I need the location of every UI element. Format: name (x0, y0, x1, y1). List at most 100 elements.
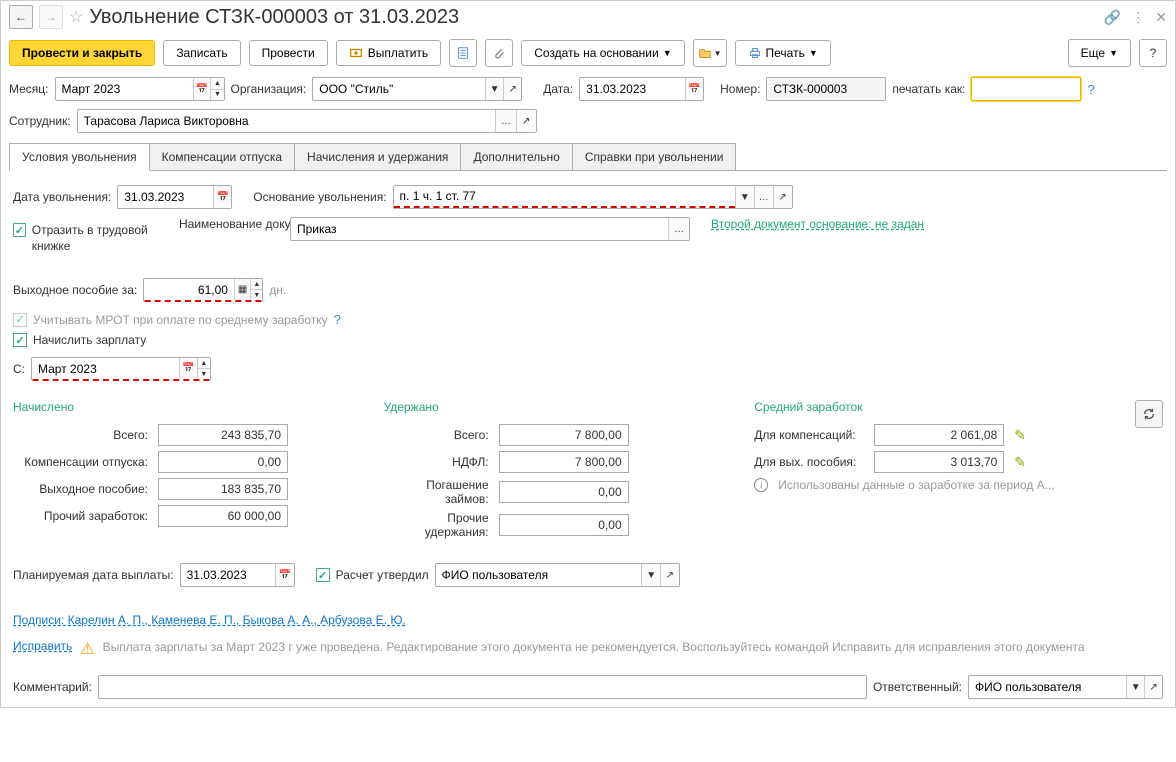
tab-accruals[interactable]: Начисления и удержания (294, 143, 461, 170)
save-button[interactable]: Записать (163, 40, 240, 66)
open-icon[interactable]: ↗ (1144, 676, 1162, 698)
tab-vacation-comp[interactable]: Компенсации отпуска (149, 143, 295, 170)
pencil-icon[interactable]: ✎ (1014, 454, 1026, 471)
ellipsis-icon[interactable]: … (668, 218, 689, 240)
open-icon[interactable]: ↗ (773, 186, 792, 208)
help-icon[interactable]: ? (334, 312, 341, 327)
spinner-up[interactable]: ▲ (198, 358, 210, 369)
signatures-link[interactable]: Подписи: Карелин А. П., Каменева Е. П., … (13, 611, 1163, 629)
dismiss-date-label: Дата увольнения: (13, 190, 111, 204)
accrue-salary-label: Начислить зарплату (33, 333, 146, 347)
days-suffix: дн. (269, 283, 286, 297)
comment-label: Комментарий: (13, 680, 92, 694)
other-withhold-value: 0,00 (499, 514, 629, 536)
month-label: Месяц: (9, 82, 49, 96)
spinner-up[interactable]: ▲ (251, 279, 262, 290)
warning-icon: ⚠ (80, 639, 94, 659)
open-icon[interactable]: ↗ (516, 110, 536, 132)
open-icon[interactable]: ↗ (503, 78, 521, 100)
ellipsis-icon[interactable]: … (495, 110, 515, 132)
calc-icon[interactable]: ▦ (234, 279, 250, 300)
org-input[interactable] (313, 78, 485, 100)
number-input (767, 78, 885, 100)
approved-by-input[interactable] (436, 564, 642, 586)
withheld-total-label: Всего: (384, 428, 489, 442)
from-input[interactable] (32, 358, 179, 379)
menu-dots-icon[interactable]: ⋮ (1131, 9, 1145, 26)
post-button[interactable]: Провести (249, 40, 328, 66)
info-icon[interactable]: i (754, 478, 768, 492)
post-and-close-button[interactable]: Провести и закрыть (9, 40, 155, 66)
calendar-icon[interactable]: 📅 (213, 186, 231, 208)
employee-input[interactable] (78, 110, 496, 132)
approved-checkbox[interactable] (316, 568, 330, 582)
pencil-icon[interactable]: ✎ (1014, 427, 1026, 444)
nav-fwd-button[interactable]: → (39, 5, 63, 29)
ellipsis-icon[interactable]: … (754, 186, 773, 208)
chevron-down-icon: ▼ (663, 48, 672, 58)
dropdown-icon[interactable]: ▼ (1126, 676, 1144, 698)
dismiss-date-input[interactable] (118, 186, 213, 208)
pay-label: Выплатить (368, 46, 429, 60)
spinner-down[interactable]: ▼ (198, 369, 210, 379)
pay-button[interactable]: Выплатить (336, 40, 442, 66)
nav-back-button[interactable]: ← (9, 5, 33, 29)
help-button[interactable]: ? (1139, 39, 1167, 67)
date-input[interactable] (580, 78, 685, 100)
workbook-checkbox[interactable] (13, 223, 26, 237)
fix-link[interactable]: Исправить (13, 639, 72, 653)
print-as-label: печатать как: (892, 82, 965, 96)
basis-input[interactable] (394, 186, 735, 208)
close-icon[interactable]: ✕ (1155, 9, 1167, 26)
comment-input[interactable] (99, 676, 866, 698)
attach-icon-button[interactable] (485, 39, 513, 67)
severance-input[interactable] (144, 279, 234, 300)
dropdown-icon[interactable]: ▼ (485, 78, 503, 100)
severance-value-label: Выходное пособие: (13, 482, 148, 496)
for-comp-label: Для компенсаций: (754, 428, 864, 442)
report-icon-button[interactable] (449, 39, 477, 67)
refresh-button[interactable] (1135, 400, 1163, 428)
accrued-header: Начислено (13, 400, 354, 414)
for-comp-value: 2 061,08 (874, 424, 1004, 446)
planned-date-input[interactable] (181, 564, 276, 586)
withheld-total-value: 7 800,00 (499, 424, 629, 446)
spinner-down[interactable]: ▼ (251, 290, 262, 300)
for-sev-label: Для вых. пособия: (754, 455, 864, 469)
severance-label: Выходное пособие за: (13, 283, 137, 297)
accrue-salary-checkbox[interactable] (13, 333, 27, 347)
tab-additional[interactable]: Дополнительно (460, 143, 572, 170)
dropdown-icon[interactable]: ▼ (735, 186, 754, 208)
date-label: Дата: (543, 82, 573, 96)
create-based-button[interactable]: Создать на основании▼ (521, 40, 684, 66)
star-icon[interactable]: ☆ (69, 7, 83, 27)
more-button[interactable]: Еще▼ (1068, 39, 1131, 67)
ndfl-label: НДФЛ: (384, 455, 489, 469)
responsible-input[interactable] (969, 676, 1126, 698)
loan-label: Погашение займов: (384, 478, 489, 506)
open-icon[interactable]: ↗ (660, 564, 679, 586)
tab-certificates[interactable]: Справки при увольнении (572, 143, 737, 170)
spinner-up[interactable]: ▲ (211, 78, 223, 90)
second-doc-link[interactable]: Второй документ основание: не задан (711, 217, 924, 231)
print-button[interactable]: Печать▼ (735, 40, 831, 66)
calendar-icon[interactable]: 📅 (685, 78, 704, 100)
spinner-down[interactable]: ▼ (211, 90, 223, 101)
accrued-total-value: 243 835,70 (158, 424, 288, 446)
docname-label: Наименование документа: (179, 217, 284, 233)
mrot-checkbox (13, 313, 27, 327)
calendar-icon[interactable]: 📅 (179, 358, 197, 379)
severance-value: 183 835,70 (158, 478, 288, 500)
dropdown-icon[interactable]: ▼ (641, 564, 660, 586)
docname-input[interactable] (291, 218, 668, 240)
print-as-input[interactable] (972, 78, 1080, 100)
month-input[interactable] (56, 78, 193, 100)
calendar-icon[interactable]: 📅 (275, 564, 293, 586)
help-icon[interactable]: ? (1087, 82, 1094, 97)
tab-conditions[interactable]: Условия увольнения (9, 143, 150, 171)
calendar-icon[interactable]: 📅 (193, 78, 211, 100)
basis-label: Основание увольнения: (253, 190, 386, 204)
link-icon[interactable]: 🔗 (1104, 9, 1121, 26)
folder-icon-button[interactable]: ▼ (693, 39, 727, 67)
loan-value: 0,00 (499, 481, 629, 503)
